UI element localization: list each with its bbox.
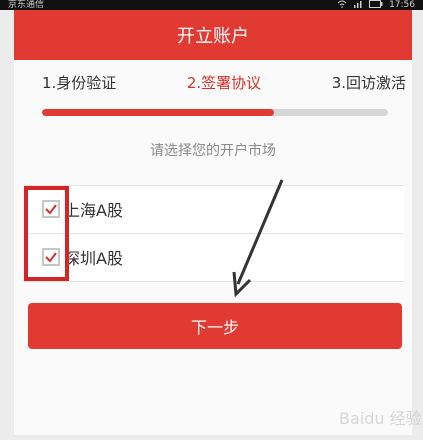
status-bar: 京东通信 17:56 bbox=[0, 0, 423, 10]
step-indicator: 1.身份验证 2.签署协议 3.回访激活 bbox=[14, 62, 412, 102]
market-list: 上海A股 深圳A股 bbox=[24, 185, 404, 282]
battery-icon bbox=[369, 0, 383, 11]
page-title-label: 开立账户 bbox=[177, 26, 249, 47]
step-2: 2.签署协议 bbox=[186, 73, 262, 92]
market-hint: 请选择您的开户市场 bbox=[150, 143, 276, 159]
next-step-button[interactable]: 下一步 bbox=[28, 303, 402, 349]
page-title: 开立账户 bbox=[14, 10, 412, 60]
watermark: Baidu 经验 bbox=[314, 395, 423, 440]
annotation-highlight-box bbox=[24, 186, 69, 281]
carrier-label: 京东通信 bbox=[8, 0, 45, 10]
status-right: 17:56 bbox=[337, 0, 415, 11]
step-1: 1.身份验证 bbox=[42, 73, 117, 92]
time-label: 17:56 bbox=[389, 0, 415, 10]
market-label-shanghai: 上海A股 bbox=[64, 200, 123, 220]
progress-track bbox=[42, 109, 388, 116]
wifi-icon bbox=[337, 0, 347, 11]
market-label-shenzhen: 深圳A股 bbox=[64, 248, 123, 268]
annotation-arrow bbox=[232, 179, 284, 298]
market-item-shenzhen[interactable]: 深圳A股 bbox=[24, 233, 404, 279]
market-item-shanghai[interactable]: 上海A股 bbox=[24, 186, 404, 231]
next-step-label: 下一步 bbox=[190, 318, 239, 337]
signal-icon bbox=[353, 0, 363, 11]
step-3: 3.回访激活 bbox=[331, 73, 406, 92]
app-frame: 开立账户 1.身份验证 2.签署协议 3.回访激活 请选择您的开户市场 上海A股… bbox=[14, 10, 422, 435]
progress-fill bbox=[42, 109, 274, 116]
watermark-text: Baidu 经验 bbox=[339, 409, 422, 428]
